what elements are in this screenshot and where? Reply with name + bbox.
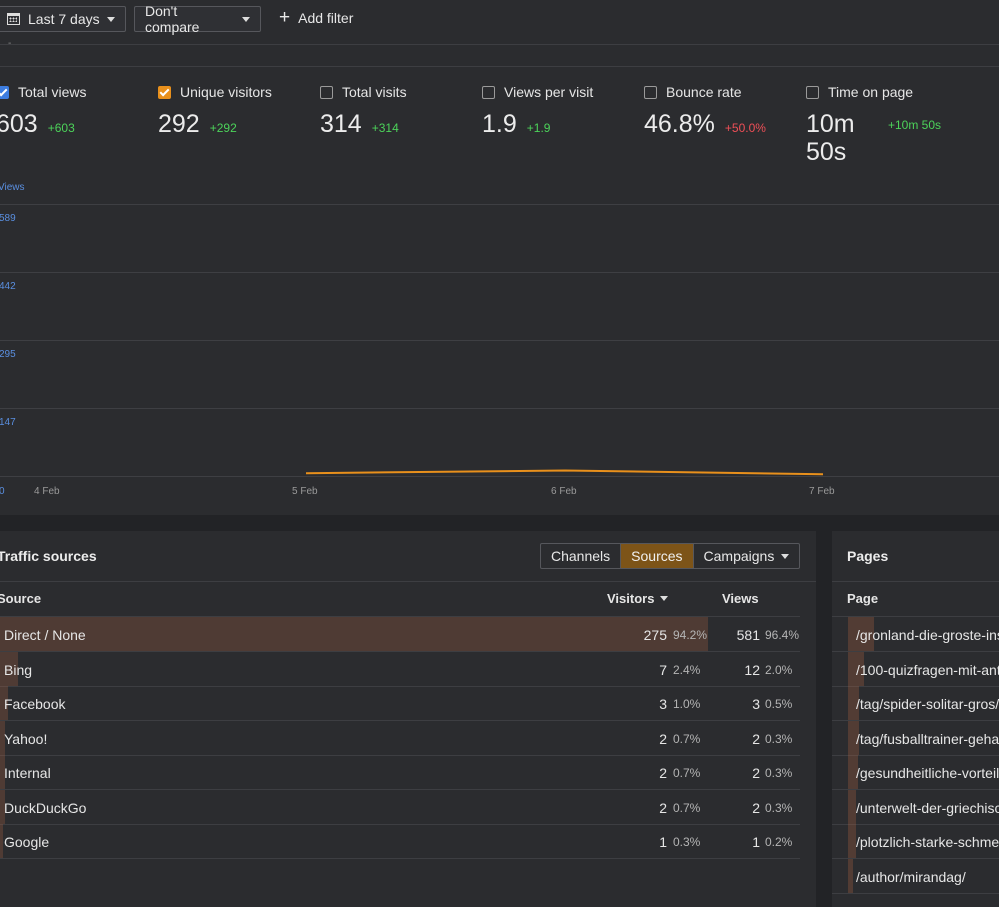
views-count: 2 <box>752 730 760 747</box>
share-bar <box>848 789 856 824</box>
page-path-link[interactable]: /100-quizfragen-mit-ant <box>856 662 999 678</box>
views-pct: 0.3% <box>765 766 793 780</box>
visitors-count: 3 <box>659 696 667 712</box>
traffic-sources-tabs: Channels Sources Campaigns <box>540 543 801 569</box>
table-row[interactable]: /tag/spider-solitar-gros/ <box>832 686 999 721</box>
tab-label: Campaigns <box>703 548 775 564</box>
table-row[interactable]: Internal 2 0.7% 2 0.3% <box>0 755 800 790</box>
page-path-link[interactable]: /tag/fusballtrainer-geha <box>856 731 999 747</box>
visitors-count: 275 <box>643 627 667 643</box>
source-name: Facebook <box>4 696 66 712</box>
page-path-link[interactable]: /author/mirandag/ <box>856 869 966 885</box>
page-path-link[interactable]: /plotzlich-starke-schme <box>856 834 999 850</box>
views-count: 1 <box>752 834 760 850</box>
page-path-link[interactable]: /gesundheitliche-vorteil <box>856 765 999 781</box>
source-name: Yahoo! <box>4 730 48 747</box>
source-name: DuckDuckGo <box>4 799 87 816</box>
tab-channels[interactable]: Channels <box>541 544 622 568</box>
views-count: 2 <box>752 765 760 781</box>
table-row[interactable]: /gronland-die-groste-ins <box>832 617 999 652</box>
table-row[interactable]: Facebook 3 1.0% 3 0.5% <box>0 686 800 721</box>
visitors-count: 7 <box>659 661 667 678</box>
visitors-count: 2 <box>659 799 667 816</box>
page-path-link[interactable]: /gronland-die-groste-ins <box>856 627 999 643</box>
views-count: 12 <box>744 661 760 678</box>
section-separator <box>0 515 999 531</box>
table-row[interactable]: /gesundheitliche-vorteil <box>832 755 999 790</box>
unique-visitors-series-line <box>305 469 824 476</box>
views-count: 3 <box>752 696 760 712</box>
source-name: Internal <box>4 765 51 781</box>
tab-campaigns[interactable]: Campaigns <box>694 544 800 568</box>
page-path-link[interactable]: /unterwelt-der-griechisc <box>856 800 999 816</box>
source-name: Bing <box>4 661 33 678</box>
views-pct: 0.3% <box>765 800 793 815</box>
column-header-source[interactable]: Source <box>0 591 41 606</box>
column-header-page[interactable]: Page <box>847 591 878 606</box>
table-row[interactable]: Google 1 0.3% 1 0.2% <box>0 824 800 859</box>
table-row[interactable]: /tag/fusballtrainer-geha <box>832 720 999 756</box>
share-bar <box>0 824 3 858</box>
visitors-count: 1 <box>659 834 667 850</box>
page-path-link[interactable]: /tag/spider-solitar-gros/ <box>856 696 999 712</box>
visitors-count: 2 <box>659 730 667 747</box>
table-row[interactable]: Bing 7 2.4% 12 2.0% <box>0 651 800 687</box>
views-pct: 0.3% <box>765 731 793 746</box>
panel-header-divider <box>0 581 816 582</box>
views-pct: 2.0% <box>765 662 793 677</box>
tab-sources[interactable]: Sources <box>621 544 694 568</box>
share-bar <box>848 858 853 893</box>
tab-label: Channels <box>551 548 611 564</box>
traffic-sources-title: Traffic sources <box>0 548 97 564</box>
source-name: Direct / None <box>4 627 86 643</box>
visitors-pct: 0.7% <box>673 800 701 815</box>
sort-desc-icon <box>660 596 669 601</box>
views-pct: 96.4% <box>765 628 800 642</box>
views-pct: 0.5% <box>765 697 793 711</box>
table-row[interactable]: DuckDuckGo 2 0.7% 2 0.3% <box>0 789 800 825</box>
table-row[interactable]: /100-quizfragen-mit-ant <box>832 651 999 687</box>
share-bar <box>0 617 708 651</box>
share-bar <box>848 824 856 858</box>
views-pct: 0.2% <box>765 835 793 849</box>
table-row[interactable]: /unterwelt-der-griechisc <box>832 789 999 825</box>
column-header-label: Visitors <box>607 591 655 606</box>
table-row[interactable]: Yahoo! 2 0.7% 2 0.3% <box>0 720 800 756</box>
visitors-pct: 2.4% <box>673 662 701 677</box>
visitors-pct: 0.7% <box>673 766 701 780</box>
panel-header-divider <box>832 581 999 582</box>
views-count: 581 <box>736 627 760 643</box>
pages-title: Pages <box>847 548 889 564</box>
chevron-down-icon <box>781 553 790 559</box>
visitors-count: 2 <box>659 765 667 781</box>
panel-gutter <box>816 531 832 907</box>
views-count: 2 <box>752 799 760 816</box>
visitors-pct: 0.7% <box>673 731 701 746</box>
column-header-views[interactable]: Views <box>722 591 759 606</box>
visitors-pct: 94.2% <box>673 628 708 642</box>
table-row[interactable]: Direct / None 275 94.2% 581 96.4% <box>0 617 800 652</box>
source-name: Google <box>4 834 50 850</box>
table-row[interactable]: /author/mirandag/ <box>832 858 999 894</box>
table-row[interactable]: /plotzlich-starke-schme <box>832 824 999 859</box>
tab-label: Sources <box>631 548 683 564</box>
visitors-pct: 1.0% <box>673 697 701 711</box>
views-line-chart <box>305 469 824 476</box>
column-header-visitors[interactable]: Visitors <box>607 591 669 606</box>
visitors-pct: 0.3% <box>673 835 701 849</box>
